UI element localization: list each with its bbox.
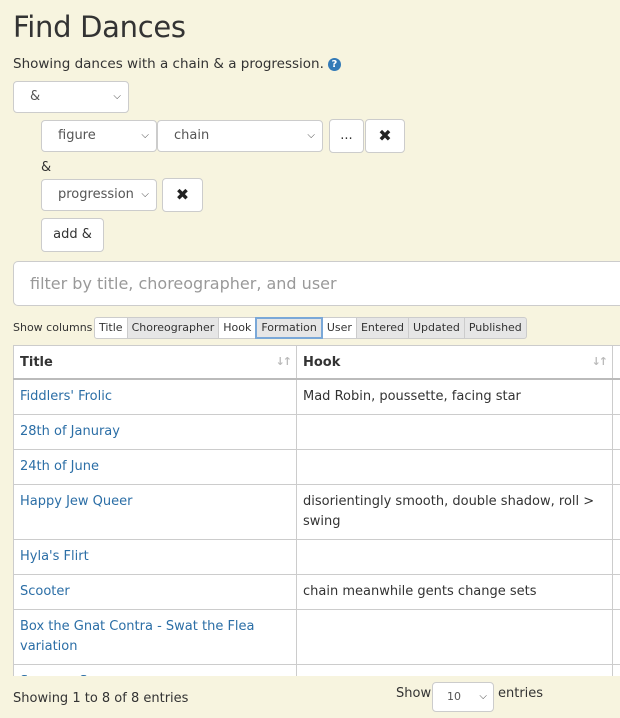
column-toggle-formation[interactable]: Formation (255, 317, 323, 339)
column-toggle-entered[interactable]: Entered (355, 317, 409, 339)
dance-title-link[interactable]: Fiddlers' Frolic (13, 378, 297, 415)
sort-icon: ↓↑ (591, 355, 609, 368)
table-cell (612, 378, 620, 415)
dance-hook (296, 449, 613, 485)
table-cell (612, 414, 620, 450)
dance-title-link[interactable]: Summer Sun (13, 664, 297, 676)
figure-type-value: figure (58, 128, 96, 143)
column-toggle-hook[interactable]: Hook (218, 317, 257, 339)
page-length-select[interactable]: 10 ⌵ (432, 682, 494, 712)
column-header-title[interactable]: Title ↓↑ (13, 345, 297, 380)
root-operator-value: & (30, 89, 41, 104)
table-cell (612, 664, 620, 676)
table-info: Showing 1 to 8 of 8 entries (13, 691, 189, 706)
column-toggle-updated[interactable]: Updated (408, 317, 465, 339)
dance-title-link[interactable]: Scooter (13, 574, 297, 610)
dance-title-link[interactable]: Happy Jew Queer (13, 484, 297, 540)
figure-value-select[interactable]: chain ⌵ (157, 120, 323, 152)
table-cell (612, 484, 620, 540)
remove-clause-button[interactable]: ✖ (365, 119, 405, 153)
times-icon: ✖ (378, 126, 392, 145)
dance-hook (296, 664, 613, 676)
chevron-down-icon: ⌵ (307, 130, 315, 141)
figure-type-select[interactable]: figure ⌵ (41, 120, 157, 152)
dance-title-link[interactable]: 24th of June (13, 449, 297, 485)
remove-progression-button[interactable]: ✖ (162, 178, 203, 212)
dance-hook (296, 414, 613, 450)
show-columns-label: Show columns (13, 321, 93, 334)
table-cell (612, 539, 620, 575)
dance-hook: chain meanwhile gents change sets (296, 574, 613, 610)
progression-value: progression (58, 187, 134, 202)
dance-hook: Mad Robin, poussette, facing star (296, 378, 613, 415)
times-icon: ✖ (175, 185, 190, 204)
chevron-down-icon: ⌵ (113, 91, 121, 102)
more-options-button[interactable]: ... (329, 119, 364, 153)
sort-icon: ↓↑ (275, 355, 293, 368)
column-header-title-label: Title (20, 354, 53, 370)
progression-select[interactable]: progression ⌵ (41, 179, 157, 211)
column-header-hook-label: Hook (303, 354, 341, 370)
column-header-next[interactable] (612, 345, 620, 380)
column-toggle-user[interactable]: User (321, 317, 357, 339)
dance-title-link[interactable]: 28th of Januray (13, 414, 297, 450)
show-label: Show (396, 686, 432, 701)
chevron-down-icon: ⌵ (141, 130, 149, 141)
column-toggle-choreographer[interactable]: Choreographer (126, 317, 220, 339)
query-summary: Showing dances with a chain & a progress… (13, 56, 341, 72)
table-row: 28th of Januray (13, 414, 620, 450)
chevron-down-icon: ⌵ (141, 189, 149, 200)
dance-title-link[interactable]: Hyla's Flirt (13, 539, 297, 575)
search-input[interactable]: filter by title, choreographer, and user (13, 261, 620, 306)
summary-text: Showing dances with a chain & a progress… (13, 56, 324, 72)
table-row: Hyla's Flirt (13, 539, 620, 575)
figure-value-text: chain (174, 128, 210, 143)
table-row: Scooter chain meanwhile gents change set… (13, 574, 620, 610)
dance-hook (296, 539, 613, 575)
dance-title-link[interactable]: Box the Gnat Contra - Swat the Flea vari… (13, 609, 297, 665)
table-cell (612, 609, 620, 665)
results-table: Title ↓↑ Hook ↓↑ Fiddlers' Frolic Mad Ro… (13, 345, 620, 676)
dance-hook (296, 609, 613, 665)
root-operator-select[interactable]: & ⌵ (13, 81, 129, 113)
column-toggle-published[interactable]: Published (463, 317, 527, 339)
page-title: Find Dances (13, 10, 186, 44)
table-cell (612, 574, 620, 610)
table-row: Summer Sun (13, 664, 620, 676)
table-row: Box the Gnat Contra - Swat the Flea vari… (13, 609, 620, 665)
table-row: Fiddlers' Frolic Mad Robin, poussette, f… (13, 378, 620, 415)
help-icon[interactable]: ? (327, 58, 341, 71)
table-row: 24th of June (13, 449, 620, 485)
table-header-row: Title ↓↑ Hook ↓↑ (13, 345, 620, 380)
results-table-container: Title ↓↑ Hook ↓↑ Fiddlers' Frolic Mad Ro… (13, 345, 620, 676)
entries-label: entries (498, 686, 544, 701)
chevron-down-icon: ⌵ (479, 691, 487, 702)
and-joiner-label: & (41, 160, 52, 175)
column-toggle-group: Title Choreographer Hook Formation User … (94, 317, 527, 339)
table-row: Happy Jew Queer disorientingly smooth, d… (13, 484, 620, 540)
dance-hook: disorientingly smooth, double shadow, ro… (296, 484, 613, 540)
add-and-button[interactable]: add & (41, 218, 104, 252)
page-length-value: 10 (447, 690, 461, 703)
column-header-hook[interactable]: Hook ↓↑ (296, 345, 613, 380)
column-toggle-title[interactable]: Title (94, 317, 128, 339)
table-cell (612, 449, 620, 485)
